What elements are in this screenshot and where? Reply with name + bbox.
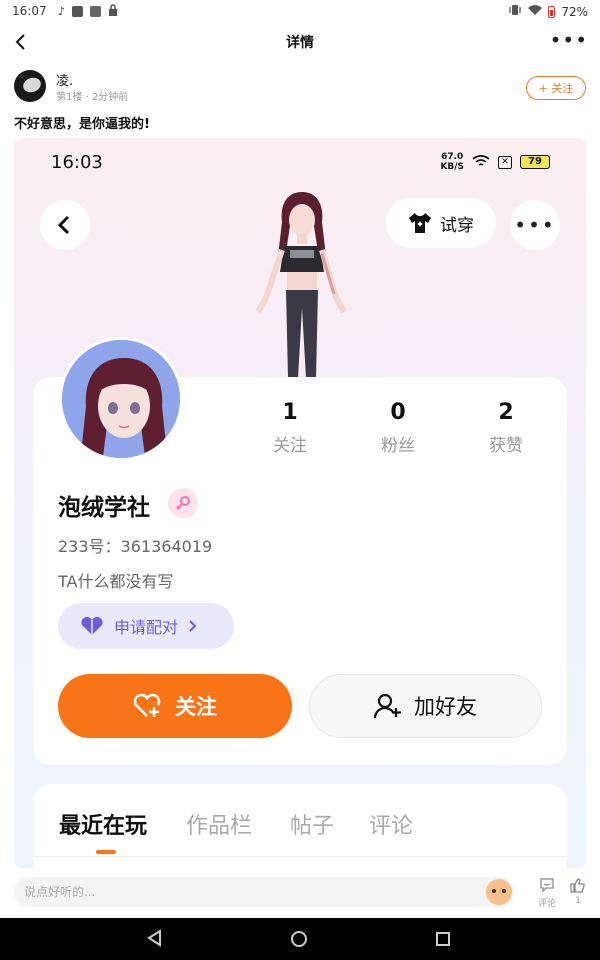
try-on-button[interactable]: 试穿 [386, 198, 496, 248]
post-image[interactable]: 16:03 67.0 KB/S ✕ 79 试穿 ••• 1 关注 0 粉丝 2 … [14, 138, 586, 868]
app-bar: 详情 ••• [0, 26, 600, 58]
chevron-right-icon [189, 620, 197, 632]
stat-following[interactable]: 1 关注 [250, 400, 330, 456]
nav-home-icon[interactable] [291, 931, 307, 947]
tab-recently-played[interactable]: 最近在玩 [59, 808, 147, 840]
speed-unit: KB/S [440, 162, 464, 172]
stat-likes[interactable]: 2 获赞 [466, 400, 546, 456]
battery-icon [548, 5, 556, 18]
active-tab-indicator [96, 850, 116, 854]
user-id: 233号：361364019 [58, 533, 212, 557]
shirt-icon [409, 213, 431, 233]
add-friend-button[interactable]: 加好友 [309, 674, 542, 738]
stat-fans[interactable]: 0 粉丝 [358, 400, 438, 456]
tab-comments[interactable]: 评论 [369, 808, 413, 840]
wifi-icon [472, 154, 490, 171]
thumbs-up-icon[interactable] [568, 878, 588, 897]
profile-username: 泡绒学社 [58, 495, 150, 521]
speed-value: 67.0 [441, 152, 464, 162]
embedded-status-icons: 67.0 KB/S ✕ 79 [440, 152, 550, 172]
embedded-clock: 16:03 [51, 152, 103, 173]
plus-notification-icon [90, 6, 102, 17]
tiktok-icon: ♪ [58, 5, 66, 18]
comment-label: 评论 [537, 899, 556, 909]
stat-value: 2 [498, 400, 514, 425]
uid-value: 361364019 [120, 537, 213, 556]
vibrate-icon [508, 4, 522, 19]
stat-value: 1 [282, 400, 298, 425]
page-title: 详情 [286, 35, 314, 51]
profile-back-button[interactable] [40, 200, 90, 250]
stat-label: 关注 [273, 436, 307, 456]
try-on-label: 试穿 [440, 215, 474, 236]
nav-back-icon[interactable] [146, 929, 164, 947]
comment-input[interactable]: 说点好听的... [14, 877, 514, 907]
comment-icon[interactable] [536, 878, 558, 897]
system-status-bar: 16:07 ♪ 72% [0, 0, 600, 22]
author-name[interactable]: 凌. [56, 70, 73, 89]
meta-separator: · [85, 92, 89, 103]
stat-value: 0 [390, 400, 406, 425]
clock: 16:07 [12, 4, 47, 18]
add-user-icon [374, 693, 401, 719]
stat-label: 获赞 [489, 436, 523, 456]
like-count: 1 [575, 896, 581, 906]
author-avatar[interactable] [14, 70, 46, 102]
tab-works[interactable]: 作品栏 [186, 808, 252, 840]
follow-author-button[interactable]: + 关注 [526, 76, 586, 100]
pair-label: 申请配对 [114, 618, 179, 637]
app-notification-icon [72, 6, 84, 17]
more-dots-icon: ••• [514, 213, 556, 237]
battery-percent: 72% [561, 4, 588, 19]
post-text: 不好意思，是你逼我的! [14, 117, 150, 132]
uid-label: 233号： [58, 537, 121, 556]
floor-number: 第1楼 [56, 92, 83, 103]
network-speed: 67.0 KB/S [440, 152, 464, 172]
nav-recents-icon[interactable] [436, 932, 450, 946]
post-time: 2分钟前 [91, 92, 129, 103]
no-sim-icon: ✕ [498, 155, 512, 169]
profile-more-button[interactable]: ••• [510, 200, 560, 250]
add-friend-label: 加好友 [414, 695, 477, 719]
profile-bio: TA什么都没有写 [58, 572, 174, 591]
follow-button[interactable]: 关注 [58, 674, 292, 738]
navigation-bar [0, 918, 600, 960]
heart-icon [81, 616, 103, 635]
emoji-sticker-icon[interactable] [486, 879, 512, 905]
tab-posts[interactable]: 帖子 [290, 808, 334, 840]
chevron-left-icon [57, 215, 70, 235]
stat-label: 粉丝 [381, 436, 415, 456]
request-pair-button[interactable]: 申请配对 [58, 603, 234, 649]
post-meta: 第1楼 · 2分钟前 [56, 88, 128, 103]
follow-label: 关注 [175, 695, 217, 719]
female-gender-icon [168, 488, 198, 518]
tab-divider [33, 856, 567, 857]
profile-avatar[interactable] [59, 337, 183, 461]
wifi-icon [528, 4, 543, 19]
notification-icons: ♪ [58, 4, 118, 19]
heart-plus-icon [133, 693, 161, 717]
more-options-icon[interactable]: ••• [550, 30, 588, 50]
avatar-3d-model[interactable] [240, 188, 360, 378]
embedded-battery: 79 [520, 155, 550, 169]
lock-icon [108, 4, 118, 19]
